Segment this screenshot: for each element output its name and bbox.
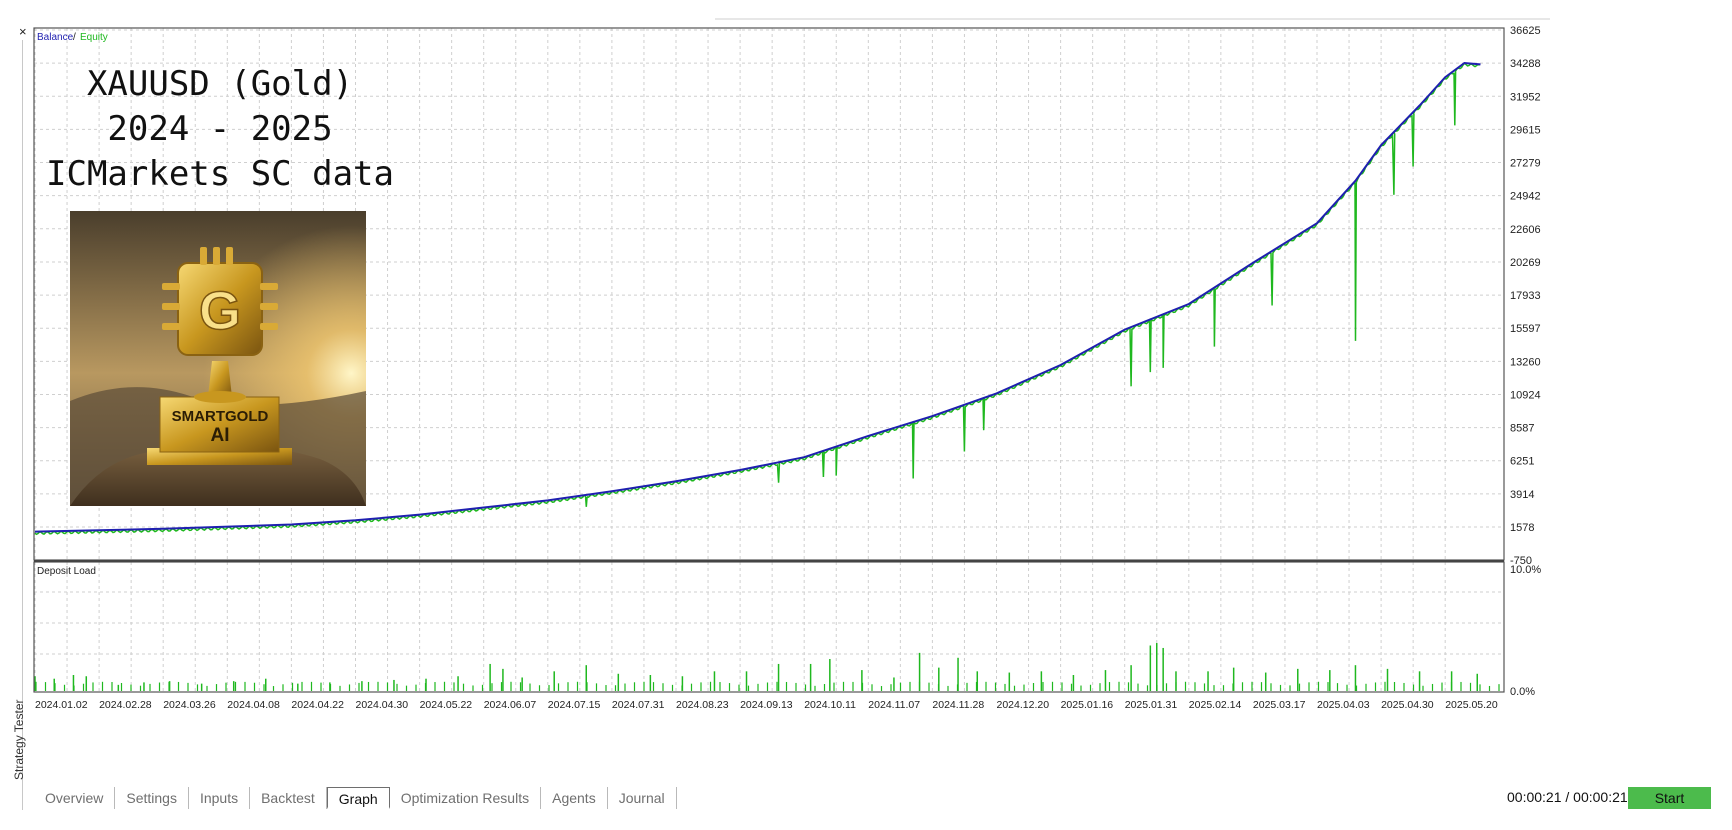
- y-tick-label: 1578: [1510, 522, 1534, 534]
- tab-inputs[interactable]: Inputs: [189, 787, 251, 809]
- x-tick-label: 2024.07.15: [548, 699, 601, 711]
- logo-chip-pin: [162, 303, 180, 310]
- deposit-y-max-label: 10.0%: [1510, 564, 1541, 576]
- legend-equity: Equity: [80, 32, 108, 43]
- start-button[interactable]: Start: [1628, 787, 1711, 809]
- overlay-title-line: 2024 - 2025: [107, 109, 332, 149]
- deposit-y-min-label: 0.0%: [1510, 686, 1535, 698]
- y-tick-label: 17933: [1510, 290, 1541, 302]
- elapsed-timer: 00:00:21 / 00:00:21: [1507, 789, 1628, 805]
- x-tick-label: 2025.04.30: [1381, 699, 1434, 711]
- strategy-tester-label: Strategy Tester: [12, 699, 26, 780]
- x-tick-label: 2025.02.14: [1189, 699, 1242, 711]
- tab-agents[interactable]: Agents: [541, 787, 608, 809]
- x-tick-label: 2025.04.03: [1317, 699, 1370, 711]
- logo-chip-pin: [162, 323, 180, 330]
- y-tick-label: 6251: [1510, 456, 1534, 468]
- x-tick-label: 2024.12.20: [997, 699, 1050, 711]
- x-tick-label: 2024.11.07: [868, 699, 920, 711]
- y-tick-label: 27279: [1510, 158, 1541, 170]
- x-tick-label: 2024.04.22: [291, 699, 344, 711]
- y-tick-label: 34288: [1510, 58, 1541, 70]
- strategy-tester-window: -750 1578 3914 6251 8587 10924 13260 15597 17933…: [0, 0, 1732, 830]
- y-tick-label: 29615: [1510, 124, 1541, 136]
- tab-overview[interactable]: Overview: [34, 787, 116, 809]
- deposit-plot-area: [34, 562, 1504, 692]
- tab-optimization-results[interactable]: Optimization Results: [390, 787, 542, 809]
- x-tick-label: 2024.04.08: [227, 699, 280, 711]
- deposit-load-label: Deposit Load: [37, 566, 96, 577]
- logo-caption-line: AI: [211, 425, 230, 446]
- x-tick-label: 2024.07.31: [612, 699, 665, 711]
- logo-chip-pin: [226, 247, 233, 265]
- x-tick-label: 2025.03.17: [1253, 699, 1306, 711]
- logo-chip-pin: [260, 283, 278, 290]
- x-tick-label: 2024.05.22: [420, 699, 473, 711]
- panel-divider: [22, 40, 23, 810]
- x-tick-label: 2024.08.23: [676, 699, 729, 711]
- x-tick-label: 2024.01.02: [35, 699, 88, 711]
- logo-caption-line: SMARTGOLD: [172, 408, 269, 425]
- y-tick-label: 36625: [1510, 25, 1541, 37]
- logo-chip-pin: [260, 323, 278, 330]
- tab-settings[interactable]: Settings: [115, 787, 189, 809]
- x-tick-label: 2024.11.28: [932, 699, 984, 711]
- logo-trophy-collar: [194, 391, 246, 403]
- logo-chip-pin: [213, 247, 220, 265]
- overlay-title-line: ICMarkets SC data: [46, 154, 394, 194]
- x-tick-label: 2024.04.30: [356, 699, 409, 711]
- y-tick-label: 10924: [1510, 389, 1541, 401]
- y-tick-label: 15597: [1510, 323, 1541, 335]
- tester-tab-bar: Overview Settings Inputs Backtest Graph Optim…: [34, 786, 677, 810]
- logo-chip-pin: [260, 303, 278, 310]
- close-icon[interactable]: ×: [19, 24, 27, 39]
- tab-graph[interactable]: Graph: [326, 787, 390, 809]
- y-tick-label: 8587: [1510, 423, 1534, 435]
- tab-journal[interactable]: Journal: [608, 787, 677, 809]
- x-tick-label: 2024.02.28: [99, 699, 152, 711]
- x-tick-label: 2024.06.07: [484, 699, 537, 711]
- y-tick-label: 31952: [1510, 91, 1541, 103]
- y-tick-label: 22606: [1510, 224, 1541, 236]
- tab-backtest[interactable]: Backtest: [250, 787, 327, 809]
- overlay-title-line: XAUUSD (Gold): [87, 64, 353, 104]
- y-tick-label: 24942: [1510, 191, 1541, 203]
- legend-separator: /: [73, 32, 76, 43]
- legend-balance: Balance: [37, 32, 74, 43]
- y-tick-label: 13260: [1510, 356, 1541, 368]
- x-tick-label: 2025.05.20: [1445, 699, 1498, 711]
- logo-chip-pin: [162, 283, 180, 290]
- logo-letter: G: [199, 281, 241, 341]
- x-tick-label: 2024.10.11: [804, 699, 856, 711]
- y-tick-label: 3914: [1510, 489, 1534, 501]
- x-tick-label: 2025.01.31: [1125, 699, 1178, 711]
- balance-equity-chart: -750157839146251858710924132601559717933…: [33, 18, 1550, 711]
- x-tick-label: 2024.09.13: [740, 699, 793, 711]
- x-tick-label: 2025.01.16: [1061, 699, 1114, 711]
- logo-chip-pin: [200, 247, 207, 265]
- y-tick-label: 20269: [1510, 257, 1541, 269]
- x-tick-label: 2024.03.26: [163, 699, 216, 711]
